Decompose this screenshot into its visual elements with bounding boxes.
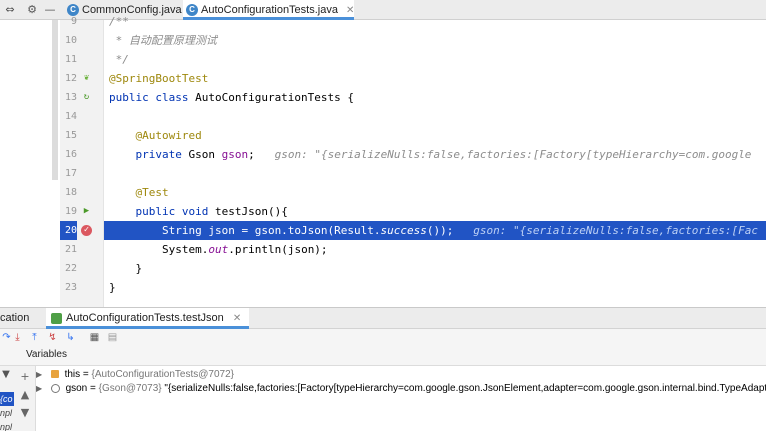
variable-ref: {AutoConfigurationTests@7072}	[91, 369, 235, 380]
expand-icon[interactable]: ▶	[36, 367, 46, 382]
code-text: @SpringBootTest	[109, 72, 209, 85]
line-number: 16	[64, 149, 77, 160]
code-line[interactable]: 14	[0, 107, 766, 126]
code-line[interactable]: 9 /**	[0, 12, 766, 31]
step-into-icon[interactable]: ⤓	[11, 331, 24, 344]
code-text: */	[109, 53, 129, 66]
code-text: /**	[109, 15, 129, 28]
frames-layout-icon[interactable]: ▤	[106, 331, 119, 344]
line-number: 18	[64, 187, 77, 198]
step-out-icon[interactable]: ⤒	[28, 331, 41, 344]
run-to-cursor-icon[interactable]: ↳	[64, 331, 77, 344]
code-text: private Gson gson; gson: "{serializeNull…	[109, 148, 752, 161]
line-number: 14	[64, 111, 77, 122]
code-line[interactable]: 19 ▶ public void testJson(){	[0, 202, 766, 221]
code-text: public class AutoConfigurationTests {	[109, 91, 355, 104]
line-number: 15	[64, 130, 77, 141]
evaluate-icon[interactable]: ▦	[88, 331, 101, 344]
code-text: String json = gson.toJson(Result.success…	[109, 224, 759, 237]
line-number: 21	[64, 244, 77, 255]
variable-value: "{serializeNulls:false,factories:[Factor…	[164, 383, 766, 394]
variable-ref: {Gson@7073}	[98, 383, 162, 394]
code-line[interactable]: 10 * 自动配置原理测试	[0, 31, 766, 50]
code-line[interactable]: 23}	[0, 278, 766, 297]
code-line[interactable]: 17	[0, 164, 766, 183]
debug-tab-bar: cation AutoConfigurationTests.testJson ✕	[0, 307, 766, 329]
code-text: }	[109, 262, 143, 275]
code-text: @Test	[109, 186, 169, 199]
close-icon[interactable]: ✕	[233, 313, 241, 324]
code-text: }	[109, 281, 116, 294]
variable-row-gson[interactable]: ▶ gson = {Gson@7073} "{serializeNulls:fa…	[36, 381, 766, 396]
code-line[interactable]: 21 System.out.println(json);	[0, 240, 766, 259]
code-text: public void testJson(){	[109, 205, 288, 218]
line-number: 11	[64, 54, 77, 65]
test-icon	[51, 313, 62, 324]
line-number: 17	[64, 168, 77, 179]
variables-title: Variables	[26, 349, 67, 360]
line-number: 9	[70, 16, 77, 27]
field-icon	[50, 370, 59, 379]
code-line[interactable]: 22 }	[0, 259, 766, 278]
variables-header: Variables	[0, 346, 766, 366]
code-line[interactable]: 20 ✓ String json = gson.toJson(Result.suc…	[0, 221, 766, 240]
leaf-icon[interactable]: ❦	[81, 73, 92, 84]
debug-tab-test-json[interactable]: AutoConfigurationTests.testJson ✕	[46, 308, 250, 329]
code-line[interactable]: 18 @Test	[0, 183, 766, 202]
code-line[interactable]: 11 */	[0, 50, 766, 69]
line-number: 20	[60, 221, 77, 240]
code-text: * 自动配置原理测试	[109, 34, 217, 47]
code-line[interactable]: 15 @Autowired	[0, 126, 766, 145]
variable-name: this	[64, 369, 81, 380]
debug-toolbar: ↷ ⤓ ⤒ ↯ ↳ ▦ ▤	[0, 329, 766, 346]
filter-icon[interactable]: ▼	[0, 369, 12, 383]
run-icon[interactable]: ▶	[81, 206, 92, 217]
debug-tab-application[interactable]: cation	[0, 308, 29, 329]
code-text: @Autowired	[109, 129, 202, 142]
debug-tab-label: AutoConfigurationTests.testJson	[66, 312, 224, 324]
code-text: System.out.println(json);	[109, 243, 328, 256]
code-line[interactable]: 12 ❦ @SpringBootTest	[0, 69, 766, 88]
frame-item[interactable]: npl	[0, 406, 14, 420]
force-step-icon[interactable]: ↯	[46, 331, 59, 344]
code-line[interactable]: 13 ↻ public class AutoConfigurationTests {	[0, 88, 766, 107]
line-number: 13	[64, 92, 77, 103]
add-watch-icon[interactable]: +	[18, 370, 32, 384]
variable-row-this[interactable]: ▶ this = {AutoConfigurationTests@7072}	[36, 367, 766, 382]
expand-icon[interactable]: ▶	[36, 381, 46, 396]
line-number: 10	[64, 35, 77, 46]
up-icon[interactable]: ▲	[18, 388, 32, 402]
debug-tab-label: cation	[0, 312, 30, 324]
line-number: 23	[64, 282, 77, 293]
line-number: 12	[64, 73, 77, 84]
frame-item[interactable]: {co	[0, 392, 14, 406]
line-number: 22	[64, 263, 77, 274]
line-number: 19	[64, 206, 77, 217]
object-icon	[50, 383, 60, 393]
breakpoint-icon[interactable]: ✓	[81, 225, 92, 236]
down-icon[interactable]: ▼	[18, 406, 32, 420]
variable-name: gson	[65, 383, 88, 394]
code-line[interactable]: 16 private Gson gson; gson: "{serializeN…	[0, 145, 766, 164]
run-debug-icon[interactable]: ↻	[81, 92, 92, 103]
frame-item[interactable]: npl	[0, 420, 14, 431]
